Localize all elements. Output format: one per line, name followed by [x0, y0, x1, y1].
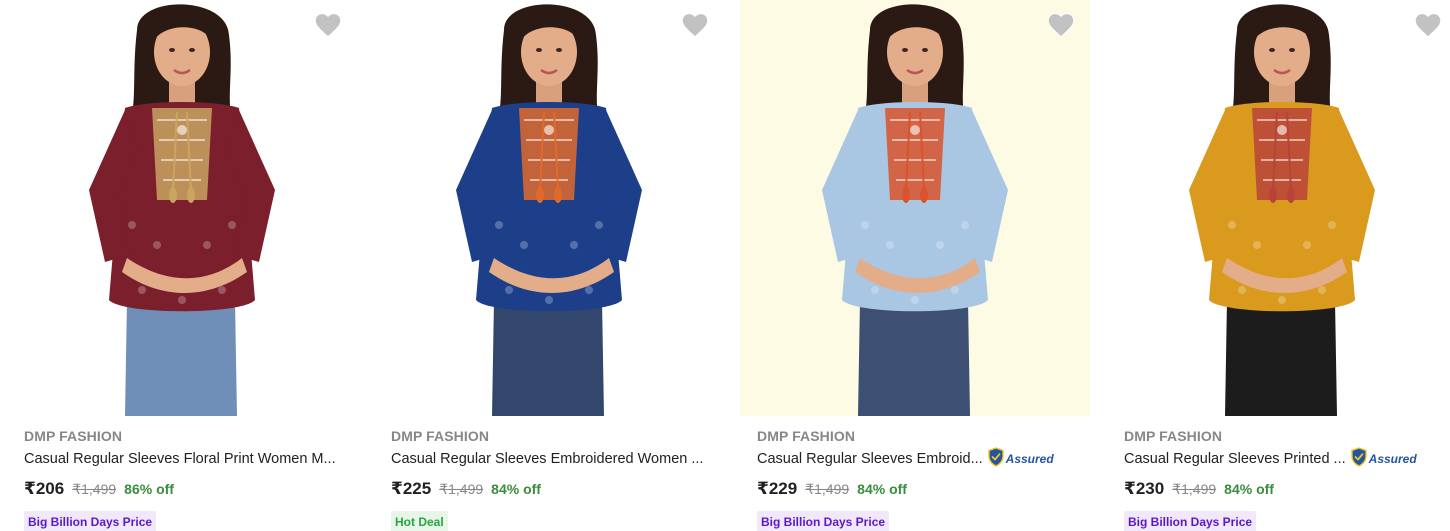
product-image[interactable] — [740, 0, 1090, 416]
product-card[interactable]: DMP FASHION Casual Regular Sleeves Print… — [1107, 0, 1450, 531]
price-row: ₹225 ₹1,499 84% off — [391, 479, 721, 499]
title-row: Casual Regular Sleeves Floral Print Wome… — [24, 450, 354, 468]
discount-label: 84% off — [1224, 481, 1274, 497]
selling-price: ₹225 — [391, 479, 432, 498]
heart-icon[interactable] — [680, 10, 710, 40]
title-row: Casual Regular Sleeves Printed ... Assur… — [1124, 446, 1450, 468]
product-image[interactable] — [374, 0, 724, 416]
assured-badge: Assured — [1350, 446, 1417, 472]
offer-tag: Big Billion Days Price — [1124, 511, 1257, 531]
product-card[interactable]: DMP FASHION Casual Regular Sleeves Flora… — [7, 0, 357, 531]
offer-tag: Big Billion Days Price — [757, 511, 890, 531]
product-grid: DMP FASHION Casual Regular Sleeves Flora… — [0, 0, 1450, 531]
title-row: Casual Regular Sleeves Embroid... Assure… — [757, 446, 1087, 468]
price-row: ₹206 ₹1,499 86% off — [24, 479, 354, 499]
product-title[interactable]: Casual Regular Sleeves Embroid... — [757, 450, 983, 468]
title-row: Casual Regular Sleeves Embroidered Women… — [391, 450, 721, 468]
heart-icon[interactable] — [313, 10, 343, 40]
price-row: ₹229 ₹1,499 84% off — [757, 479, 1087, 499]
discount-label: 86% off — [124, 481, 174, 497]
product-brand: DMP FASHION — [757, 428, 856, 444]
selling-price: ₹230 — [1124, 479, 1165, 498]
original-price: ₹1,499 — [1172, 481, 1217, 497]
original-price: ₹1,499 — [439, 481, 484, 497]
offer-tag: Hot Deal — [391, 511, 448, 531]
selling-price: ₹206 — [24, 479, 65, 498]
product-image[interactable] — [7, 0, 357, 416]
assured-label: Assured — [1368, 452, 1417, 466]
shield-icon — [1350, 446, 1368, 472]
product-image[interactable] — [1107, 0, 1450, 416]
product-brand: DMP FASHION — [1124, 428, 1223, 444]
product-card[interactable]: DMP FASHION Casual Regular Sleeves Embro… — [740, 0, 1090, 531]
heart-icon[interactable] — [1046, 10, 1076, 40]
original-price: ₹1,499 — [72, 481, 117, 497]
offer-tag: Big Billion Days Price — [24, 511, 157, 531]
heart-icon[interactable] — [1413, 10, 1443, 40]
product-title[interactable]: Casual Regular Sleeves Floral Print Wome… — [24, 450, 336, 468]
product-info: DMP FASHION Casual Regular Sleeves Embro… — [391, 428, 721, 531]
original-price: ₹1,499 — [805, 481, 850, 497]
product-info: DMP FASHION Casual Regular Sleeves Flora… — [24, 428, 354, 531]
product-card[interactable]: DMP FASHION Casual Regular Sleeves Embro… — [374, 0, 724, 531]
selling-price: ₹229 — [757, 479, 798, 498]
shield-icon — [987, 446, 1005, 472]
price-row: ₹230 ₹1,499 84% off — [1124, 479, 1450, 499]
product-title[interactable]: Casual Regular Sleeves Printed ... — [1124, 450, 1346, 468]
discount-label: 84% off — [857, 481, 907, 497]
discount-label: 84% off — [491, 481, 541, 497]
product-brand: DMP FASHION — [24, 428, 123, 444]
product-brand: DMP FASHION — [391, 428, 490, 444]
assured-label: Assured — [1005, 452, 1054, 466]
product-info: DMP FASHION Casual Regular Sleeves Print… — [1124, 428, 1450, 531]
product-title[interactable]: Casual Regular Sleeves Embroidered Women… — [391, 450, 703, 468]
assured-badge: Assured — [987, 446, 1054, 472]
product-info: DMP FASHION Casual Regular Sleeves Embro… — [757, 428, 1087, 531]
